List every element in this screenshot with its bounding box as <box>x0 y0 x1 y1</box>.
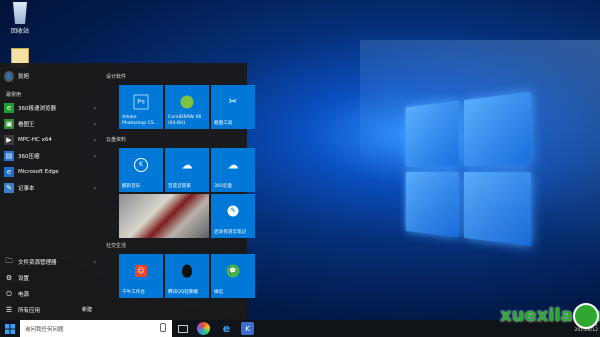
gear-icon: ⚙ <box>5 274 13 282</box>
chevron-right-icon[interactable]: › <box>94 153 96 160</box>
note-icon: ✎ <box>227 205 239 217</box>
tile-coreldraw[interactable]: CorelDRAW X6 (64-Bit) <box>165 85 209 129</box>
new-badge: 新建 <box>82 307 93 313</box>
microphone-icon[interactable] <box>160 323 166 332</box>
desktop-icon-recycle-bin[interactable]: 回收站 <box>0 2 40 35</box>
app-item-label: Microsoft Edge <box>18 169 59 175</box>
photoshop-icon: Ps <box>133 94 149 110</box>
desktop-icon-label: 回收站 <box>10 28 29 35</box>
tile-label: 百度云管家 <box>168 183 191 189</box>
chevron-right-icon[interactable]: › <box>94 137 96 144</box>
app-item-label: 记事本 <box>18 186 35 192</box>
tile-label: 腾讯QQ轻聊版 <box>168 289 199 295</box>
tile-kuwo-music[interactable]: K 酷狗音乐 <box>119 148 163 192</box>
tile-photoshop[interactable]: Ps Adobe Photoshop CS... <box>119 85 163 129</box>
tile-group-heading: 设计软件 <box>106 74 127 80</box>
system-item-settings[interactable]: ⚙ 设置 <box>4 271 100 285</box>
app-item-360-browser[interactable]: e 360极速浏览器 › <box>4 101 100 115</box>
tile-label: Adobe Photoshop CS... <box>122 115 159 126</box>
tile-label: 微信 <box>214 289 224 295</box>
recycle-bin-icon <box>13 2 27 24</box>
tiles-area: 设计软件 Ps Adobe Photoshop CS... CorelDRAW … <box>100 63 255 320</box>
app-item-edge[interactable]: e Microsoft Edge <box>4 165 100 179</box>
watermark-logo <box>573 303 599 329</box>
qianniu-icon: ☺ <box>135 264 147 277</box>
folder-icon: 🗀 <box>5 256 13 265</box>
app-item-label: MPC-HC x64 <box>18 137 52 143</box>
tile-group-heading: 云盘资料 <box>106 137 127 143</box>
edge-taskbar-icon[interactable]: e <box>220 322 233 335</box>
user-avatar-icon: 👤 <box>4 70 14 82</box>
tile-label: 360云盘 <box>214 183 232 189</box>
tile-label: 千牛工作台 <box>122 289 145 295</box>
power-icon: ⏻ <box>6 289 12 298</box>
start-button[interactable] <box>0 320 20 337</box>
kuwo-taskbar-icon[interactable]: K <box>241 322 254 335</box>
system-item-file-explorer[interactable]: 🗀 文件资源管理器 › <box>4 255 100 269</box>
app-item-360-compress[interactable]: ▤ 360压缩 › <box>4 149 100 163</box>
windows-logo-wallpaper <box>405 91 540 250</box>
wechat-icon: 💬 <box>226 264 240 278</box>
tile-qianniu[interactable]: ☺ 千牛工作台 <box>119 254 163 298</box>
all-apps-icon: ☰ <box>5 306 13 314</box>
tile-baidu-cloud[interactable]: ☁ 百度云管家 <box>165 148 209 192</box>
tile-photo[interactable] <box>119 194 209 238</box>
system-item-power[interactable]: ⏻ 电源 <box>4 287 100 301</box>
chevron-right-icon[interactable]: › <box>94 185 96 192</box>
compress-icon: ▤ <box>4 151 14 161</box>
cloud-icon: ☁ <box>181 158 193 172</box>
task-view-icon[interactable] <box>176 322 189 335</box>
system-item-label: 文件资源管理器 <box>18 260 57 266</box>
system-item-label: 所有应用 <box>18 308 41 314</box>
tile-group-heading: 社交生活 <box>106 243 127 249</box>
app-item-label: 看图王 <box>18 122 35 128</box>
coreldraw-icon <box>180 95 194 109</box>
tile-youdao-notes[interactable]: ✎ 启动有道云笔记 <box>211 194 255 238</box>
scissors-icon: ✂ <box>228 96 238 108</box>
app-item-notepad[interactable]: ✎ 记事本 › <box>4 181 100 195</box>
chevron-right-icon[interactable]: › <box>94 121 96 128</box>
tile-label: 启动有道云笔记 <box>214 229 247 235</box>
most-used-heading: 最常用 <box>6 92 22 98</box>
system-item-label: 电源 <box>18 292 30 298</box>
windows-logo-icon <box>5 323 15 334</box>
app-item-mpc-hc[interactable]: ▶ MPC-HC x64 › <box>4 133 100 147</box>
user-account[interactable]: 👤 张旭 <box>4 69 100 83</box>
user-name: 张旭 <box>18 74 30 80</box>
chevron-right-icon[interactable]: › <box>94 105 96 112</box>
search-placeholder: 询问我任何问题 <box>25 326 64 333</box>
tile-360-cloud[interactable]: ☁ 360云盘 <box>211 148 255 192</box>
notepad-icon: ✎ <box>4 183 14 193</box>
tile-label: 截图工具 <box>214 120 233 126</box>
system-item-label: 设置 <box>18 276 30 282</box>
media-player-icon: ▶ <box>4 135 14 145</box>
qq-penguin-icon <box>182 264 192 278</box>
app-item-image-viewer[interactable]: ▣ 看图王 › <box>4 117 100 131</box>
tile-wechat[interactable]: 💬 微信 <box>211 254 255 298</box>
app-item-label: 360压缩 <box>18 154 40 160</box>
browser-icon: e <box>4 103 14 113</box>
tile-capture-tool[interactable]: ✂ 截图工具 <box>211 85 255 129</box>
app-item-label: 360极速浏览器 <box>18 106 56 112</box>
colorful-app-icon[interactable] <box>197 322 210 335</box>
edge-icon: e <box>4 167 14 177</box>
tile-qq[interactable]: 腾讯QQ轻聊版 <box>165 254 209 298</box>
chevron-right-icon[interactable]: › <box>94 259 96 266</box>
start-menu: 👤 张旭 最常用 e 360极速浏览器 › ▣ 看图王 › ▶ MPC-HC x… <box>0 63 255 320</box>
search-box[interactable]: 询问我任何问题 <box>20 320 172 337</box>
tile-label: CorelDRAW X6 (64-Bit) <box>168 115 202 126</box>
tile-label: 酷狗音乐 <box>122 183 141 189</box>
image-viewer-icon: ▣ <box>4 119 14 129</box>
start-left-column: 👤 张旭 最常用 e 360极速浏览器 › ▣ 看图王 › ▶ MPC-HC x… <box>0 63 100 320</box>
cloud-icon: ☁ <box>227 158 239 172</box>
music-icon: K <box>134 157 148 172</box>
